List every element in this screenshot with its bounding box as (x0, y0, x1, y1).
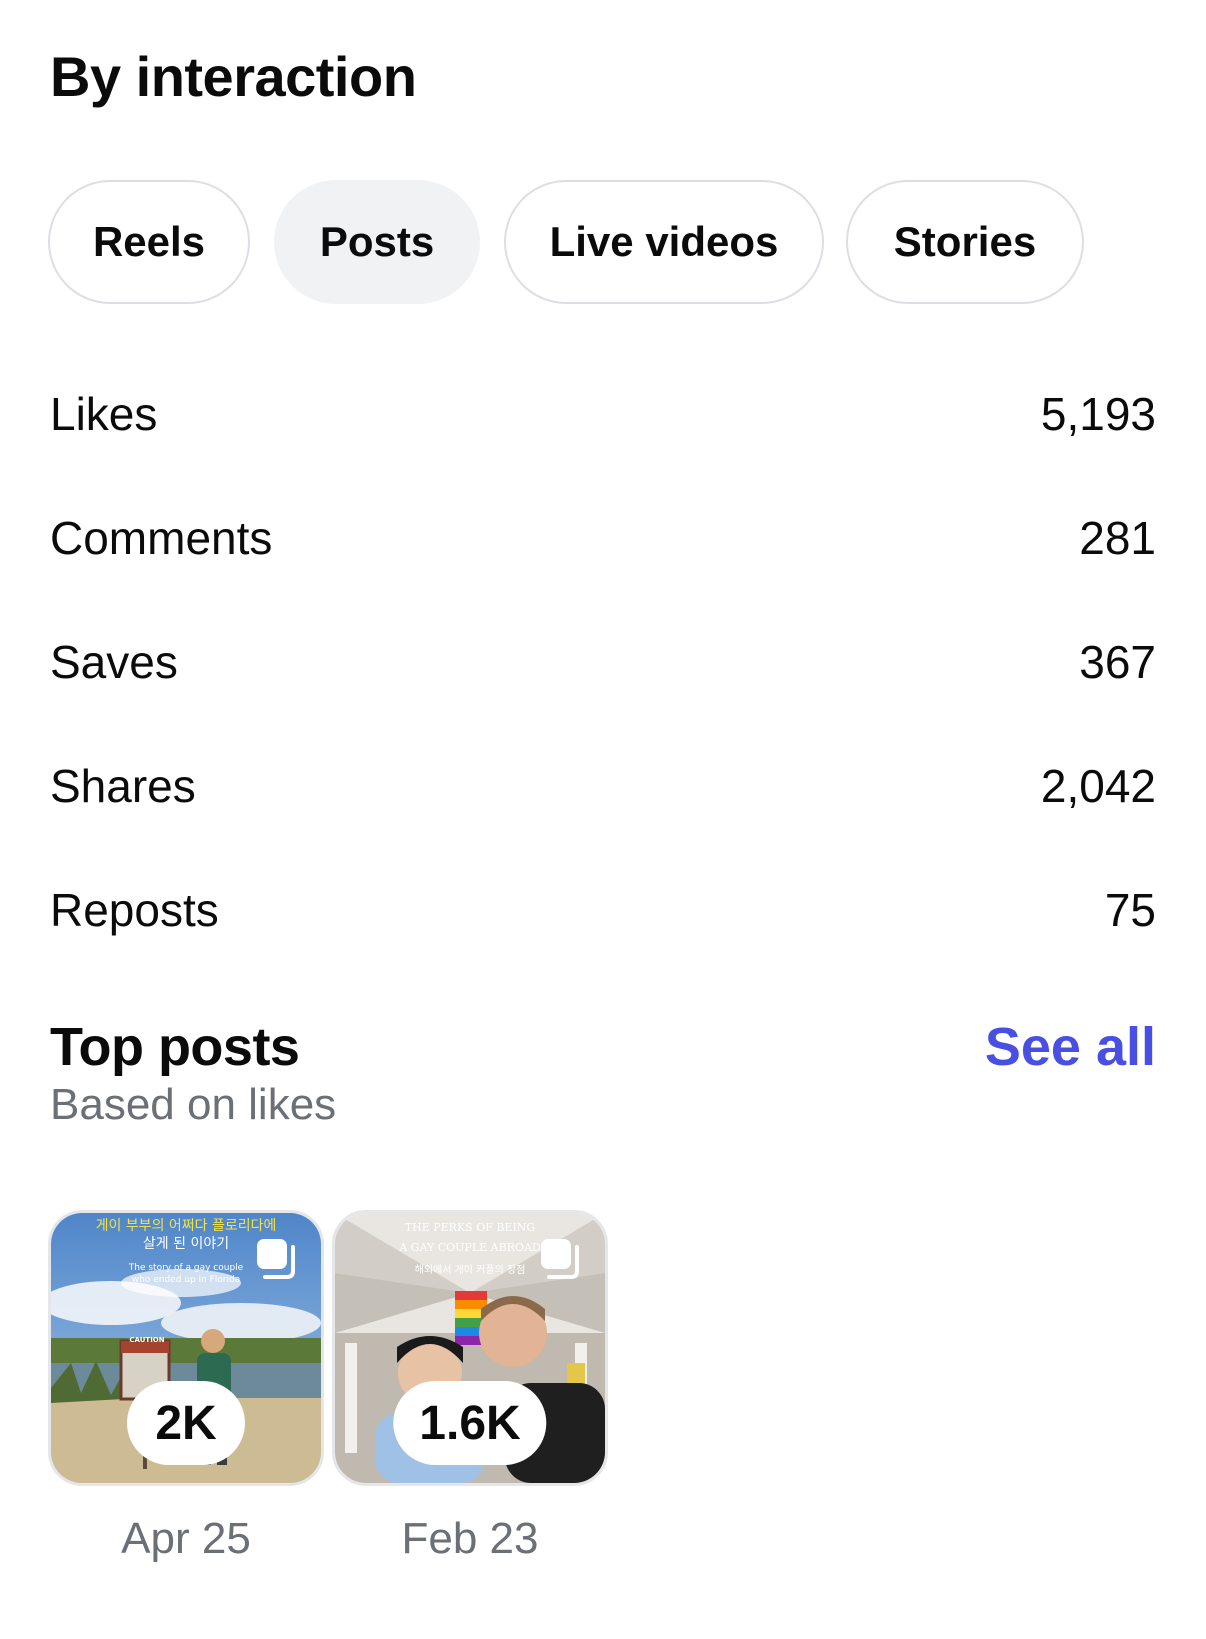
metric-label: Likes (50, 388, 158, 440)
metric-row-saves: Saves 367 (50, 600, 1156, 724)
metric-value: 5,193 (1040, 388, 1156, 440)
top-posts-subtitle: Based on likes (50, 1080, 337, 1129)
metric-label: Shares (50, 760, 196, 812)
tab-label: Reels (92, 218, 206, 265)
metric-value: 75 (1104, 884, 1156, 936)
tab-label: Stories (893, 218, 1037, 265)
top-post-item[interactable]: THE PERKS OF BEING A GAY COUPLE ABROAD 해… (332, 1210, 608, 1564)
tab-stories[interactable]: Stories (846, 180, 1084, 304)
metric-value: 367 (1079, 636, 1156, 688)
tab-label: Live videos (549, 218, 779, 265)
top-post-item[interactable]: 게이 부부의 어쩌다 플로리다에 살게 된 이야기 The story of a… (48, 1210, 324, 1564)
metric-value: 281 (1079, 512, 1156, 564)
tab-live-videos[interactable]: Live videos (504, 180, 824, 304)
tab-posts[interactable]: Posts (274, 180, 480, 304)
post-date: Apr 25 (121, 1514, 251, 1563)
multi-photo-icon (541, 1239, 579, 1279)
post-thumbnail: 게이 부부의 어쩌다 플로리다에 살게 된 이야기 The story of a… (48, 1210, 324, 1486)
see-all-link[interactable]: See all (985, 1016, 1156, 1078)
post-thumbnail: THE PERKS OF BEING A GAY COUPLE ABROAD 해… (332, 1210, 608, 1486)
metric-label: Reposts (50, 884, 219, 936)
top-posts-header: Top posts Based on likes See all (50, 1016, 1156, 1130)
metric-label: Saves (50, 636, 178, 688)
metric-row-shares: Shares 2,042 (50, 724, 1156, 848)
post-sign-text: CAUTION (129, 1336, 165, 1344)
metric-value: 2,042 (1040, 760, 1156, 812)
like-count-badge: 1.6K (393, 1381, 547, 1465)
metrics-list: Likes 5,193 Comments 281 Saves 367 Share… (50, 352, 1156, 972)
multi-photo-icon (257, 1239, 295, 1279)
post-overlay-text: THE PERKS OF BEING (404, 1221, 536, 1234)
tab-label: Posts (319, 218, 435, 265)
post-date: Feb 23 (401, 1514, 539, 1563)
metric-label: Comments (50, 512, 273, 564)
metric-row-likes: Likes 5,193 (50, 352, 1156, 476)
tab-reels[interactable]: Reels (48, 180, 250, 304)
post-overlay-text: 게이 부부의 어쩌다 플로리다에 (95, 1218, 277, 1234)
metric-row-comments: Comments 281 (50, 476, 1156, 600)
insights-page: By interaction Reels Posts Live videos S… (0, 0, 1206, 1639)
section-title-by-interaction: By interaction (50, 45, 417, 108)
metric-row-reposts: Reposts 75 (50, 848, 1156, 972)
like-count-badge: 2K (127, 1381, 245, 1465)
